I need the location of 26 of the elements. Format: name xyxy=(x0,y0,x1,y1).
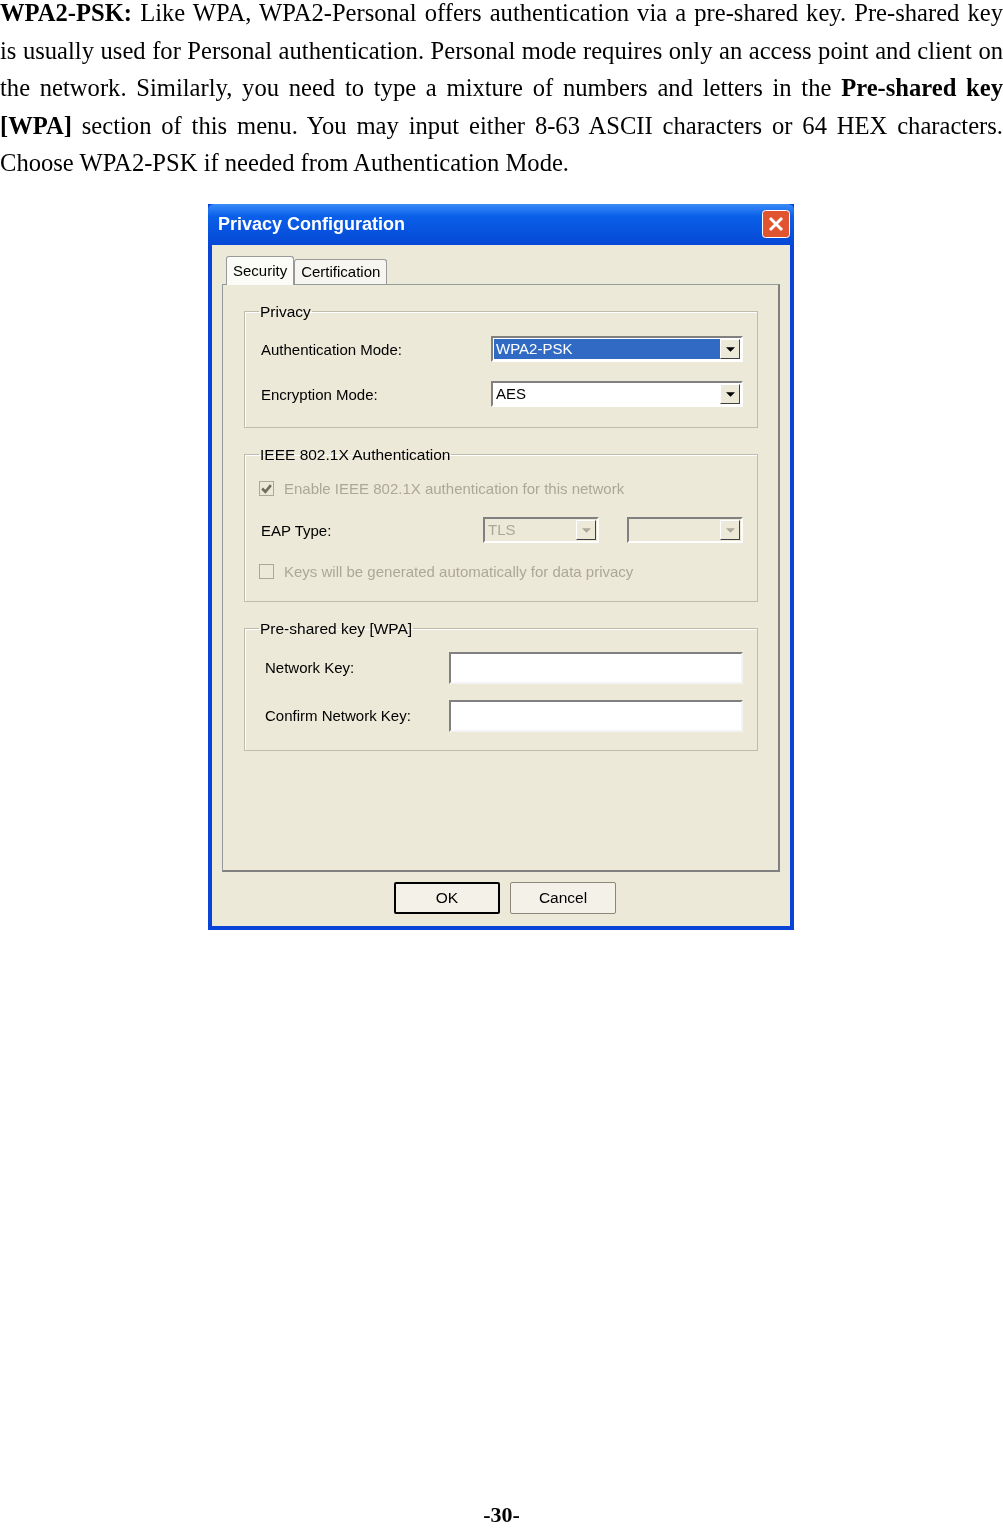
caret-icon xyxy=(725,527,735,533)
dropdown[interactable]: WPA2-PSK xyxy=(491,336,743,363)
caret-icon xyxy=(581,527,591,533)
dropdown[interactable]: AES xyxy=(491,381,743,408)
caret-icon xyxy=(725,391,735,397)
field-label: EAP Type: xyxy=(260,521,332,539)
group-title: Pre-shared key [WPA] xyxy=(259,619,414,638)
group-title: Privacy xyxy=(259,302,312,321)
field-label: Confirm Network Key: xyxy=(264,707,411,725)
checkbox-label: Keys will be generated automatically for data privacy xyxy=(284,563,634,581)
group-title: IEEE 802.1X Authentication xyxy=(259,445,452,464)
page-number: -30- xyxy=(482,1503,521,1527)
dialog-button[interactable]: OK xyxy=(394,881,500,914)
close-icon[interactable] xyxy=(762,210,790,239)
field-label: Encryption Mode: xyxy=(260,385,378,403)
window-title: Privacy Configuration xyxy=(218,213,406,235)
tab[interactable]: Security xyxy=(226,255,295,285)
input-field[interactable] xyxy=(449,651,743,684)
tab[interactable]: Certification xyxy=(294,258,388,284)
checkbox-label: Enable IEEE 802.1X authentication for this network xyxy=(284,480,625,498)
input-field[interactable] xyxy=(449,699,743,732)
body-paragraph: WPA2-PSK: Like WPA, WPA2-Personal offers authentication via a pre-shared key. Pre-shared key is usually used for Personal authentication. Personal mode requires only an access point and client on the network. Similarly, you need to type a mixture of numbers and letters in the Pre-shared key [WPA] section of this menu. You may input either 8-63 ASCII characters or 64 HEX characters. Choose WPA2-PSK if needed from Authentication Mode. xyxy=(0,0,1003,179)
field-label: Network Key: xyxy=(264,659,355,677)
dialog-button[interactable]: Cancel xyxy=(510,881,616,914)
field-label: Authentication Mode: xyxy=(260,340,402,358)
caret-icon xyxy=(725,346,735,352)
